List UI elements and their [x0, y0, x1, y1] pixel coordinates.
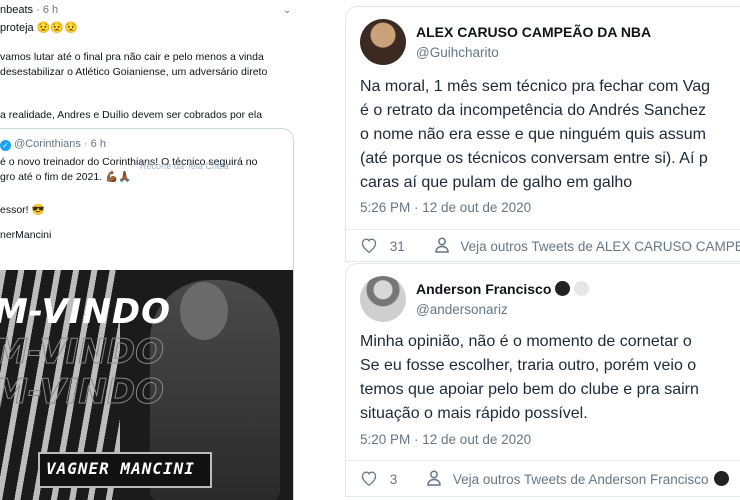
- avatar[interactable]: [360, 19, 406, 65]
- banner-ghost-1: M-VINDO: [0, 332, 165, 373]
- chevron-down-icon[interactable]: ⌄: [283, 5, 291, 16]
- tweet-timestamp[interactable]: 5:26 PM · 12 de out de 2020: [360, 200, 531, 215]
- left-tweet-user[interactable]: nbeats: [0, 4, 33, 16]
- white-circle-icon: [574, 281, 590, 296]
- divider: [346, 229, 740, 230]
- tweet-body-line: Na moral, 1 mês sem técnico pra fechar c…: [360, 78, 711, 95]
- quoted-tweet-text-line: gro até o fim de 2021. 💪🏾🙏🏾: [0, 171, 132, 183]
- image-banner-text: M-VINDO: [0, 292, 172, 332]
- tweet-body-line: (até porque os técnicos conversam entre …: [360, 150, 708, 167]
- right-tweets-panel: ALEX CARUSO CAMPEÃO DA NBA @Guihcharito …: [300, 0, 740, 500]
- heart-icon[interactable]: [360, 470, 378, 489]
- quoted-tweet-time: 6 h: [90, 138, 106, 150]
- tweet-timestamp[interactable]: 5:20 PM · 12 de out de 2020: [360, 432, 531, 447]
- left-tweet-text-line: vamos lutar até o final pra não cair e p…: [0, 51, 264, 63]
- tweet-author-handle[interactable]: @Guihcharito: [416, 45, 499, 60]
- quoted-tweet-header: ✓ @Corinthians · 6 h: [0, 138, 106, 151]
- quoted-tweet-text-line: nerMancini: [0, 229, 52, 241]
- like-count[interactable]: 3: [390, 472, 398, 487]
- avatar[interactable]: [360, 276, 406, 322]
- tweet-author-handle[interactable]: @andersonariz: [416, 302, 508, 317]
- tweet-author-name[interactable]: ALEX CARUSO CAMPEÃO DA NBA: [416, 24, 651, 40]
- verified-icon: ✓: [0, 140, 11, 151]
- quoted-tweet[interactable]: ✓ @Corinthians · 6 h é o novo treinador …: [0, 128, 294, 500]
- tweet-body: Minha opinião, não é o momento de cornet…: [360, 330, 740, 426]
- tweet-actions: 31 Veja outros Tweets de ALEX CARUSO CAM…: [360, 237, 740, 256]
- tweet-card[interactable]: ALEX CARUSO CAMPEÃO DA NBA @Guihcharito …: [345, 6, 740, 262]
- left-tweet-text: vamos lutar até o final pra não cair e p…: [0, 50, 300, 80]
- tweet-body-line: Se eu fosse escolher, traria outro, poré…: [360, 357, 697, 374]
- heart-icon[interactable]: [360, 237, 378, 256]
- image-person-head: [180, 282, 228, 340]
- banner-ghost-2: M-VINDO: [0, 372, 165, 413]
- tweet-card[interactable]: Anderson Francisco @andersonariz Minha o…: [345, 263, 740, 497]
- like-count[interactable]: 31: [390, 239, 405, 254]
- divider: [346, 460, 740, 461]
- tweet-author-name: Anderson Francisco: [416, 281, 590, 297]
- quoted-tweet-handle[interactable]: @Corinthians: [14, 138, 81, 150]
- tweet-actions: 3 Veja outros Tweets de Anderson Francis…: [360, 470, 730, 489]
- tweet-body-line: caras aí que pulam de galho em galho: [360, 174, 633, 191]
- left-tweet-panel: nbeats · 6 h ⌄ proteja 😟😟😟 vamos lutar a…: [0, 0, 301, 500]
- tweet-author-name-text[interactable]: Anderson Francisco: [416, 281, 551, 297]
- quoted-tweet-text-line: essor! 😎: [0, 204, 45, 216]
- tweet-body-line: temos que apoiar pelo bem do clube e pra…: [360, 381, 699, 398]
- see-more-tweets-link[interactable]: Veja outros Tweets de Anderson Francisco: [453, 472, 709, 487]
- tweet-body-line: é o retrato da incompetência do Andrés S…: [360, 102, 706, 119]
- tweet-body-line: situação o mais rápido possível.: [360, 405, 588, 422]
- left-tweet-header: nbeats · 6 h: [0, 4, 59, 16]
- tweet-body-line: o nome não era esse e que ninguém quis a…: [360, 126, 706, 143]
- left-tweet-line1: proteja 😟😟😟: [0, 22, 78, 34]
- black-circle-icon: [555, 281, 571, 296]
- left-tweet-time[interactable]: 6 h: [43, 4, 58, 16]
- tweet-body-line: Minha opinião, não é o momento de cornet…: [360, 333, 692, 350]
- tweet-body: Na moral, 1 mês sem técnico pra fechar c…: [360, 75, 740, 195]
- screen-snip-overlay: Recorte da Tela Cheia: [140, 161, 229, 171]
- image-nameplate-text: VAGNER MANCINI: [46, 459, 195, 478]
- person-icon: [434, 237, 449, 256]
- person-icon: [427, 470, 441, 489]
- black-circle-icon: [714, 471, 730, 486]
- left-tweet-text-line: a realidade, Andres e Duílio devem ser c…: [0, 109, 263, 121]
- see-more-tweets-link[interactable]: Veja outros Tweets de ALEX CARUSO CAMPEÃ: [460, 239, 740, 254]
- image-nameplate: VAGNER MANCINI: [38, 452, 212, 488]
- left-tweet-text-line: desestabilizar o Atlético Goianiense, um…: [0, 66, 268, 78]
- quoted-tweet-image[interactable]: M-VINDO M-VINDO M-VINDO VAGNER MANCINI: [0, 270, 293, 500]
